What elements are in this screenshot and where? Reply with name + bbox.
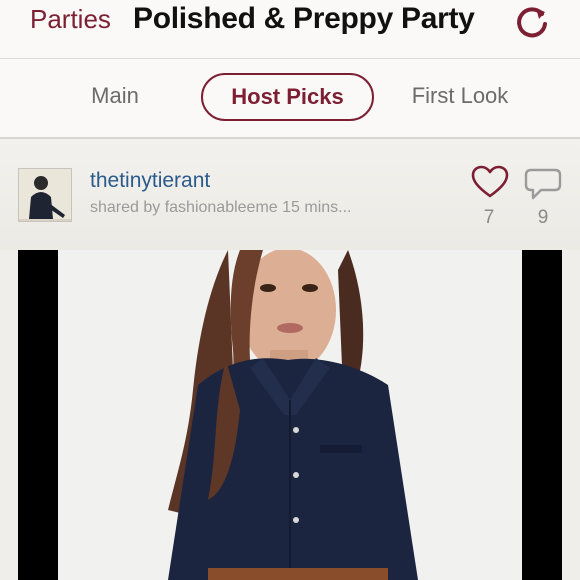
back-button-parties[interactable]: Parties	[30, 4, 111, 34]
heart-icon[interactable]	[470, 165, 510, 201]
comment-count: 9	[537, 207, 549, 228]
photo-image	[58, 250, 522, 580]
tab-main[interactable]: Main	[70, 73, 160, 119]
refresh-icon[interactable]	[512, 2, 554, 44]
shared-by-text: shared by fashionableeme 15 mins...	[90, 199, 352, 216]
header: Parties Polished & Preppy Party	[0, 0, 580, 59]
tabs-bar: Main Host Picks First Look	[0, 59, 580, 139]
listing-photo[interactable]	[18, 250, 562, 580]
tab-host-picks[interactable]: Host Picks	[201, 73, 374, 121]
avatar[interactable]	[18, 168, 72, 222]
like-count: 7	[483, 207, 495, 228]
post-header: thetinytierant shared by fashionableeme …	[0, 139, 580, 250]
post-username[interactable]: thetinytierant	[90, 169, 210, 193]
comment-icon[interactable]	[523, 167, 563, 203]
tab-first-look[interactable]: First Look	[395, 73, 525, 119]
page-title: Polished & Preppy Party	[133, 2, 475, 35]
